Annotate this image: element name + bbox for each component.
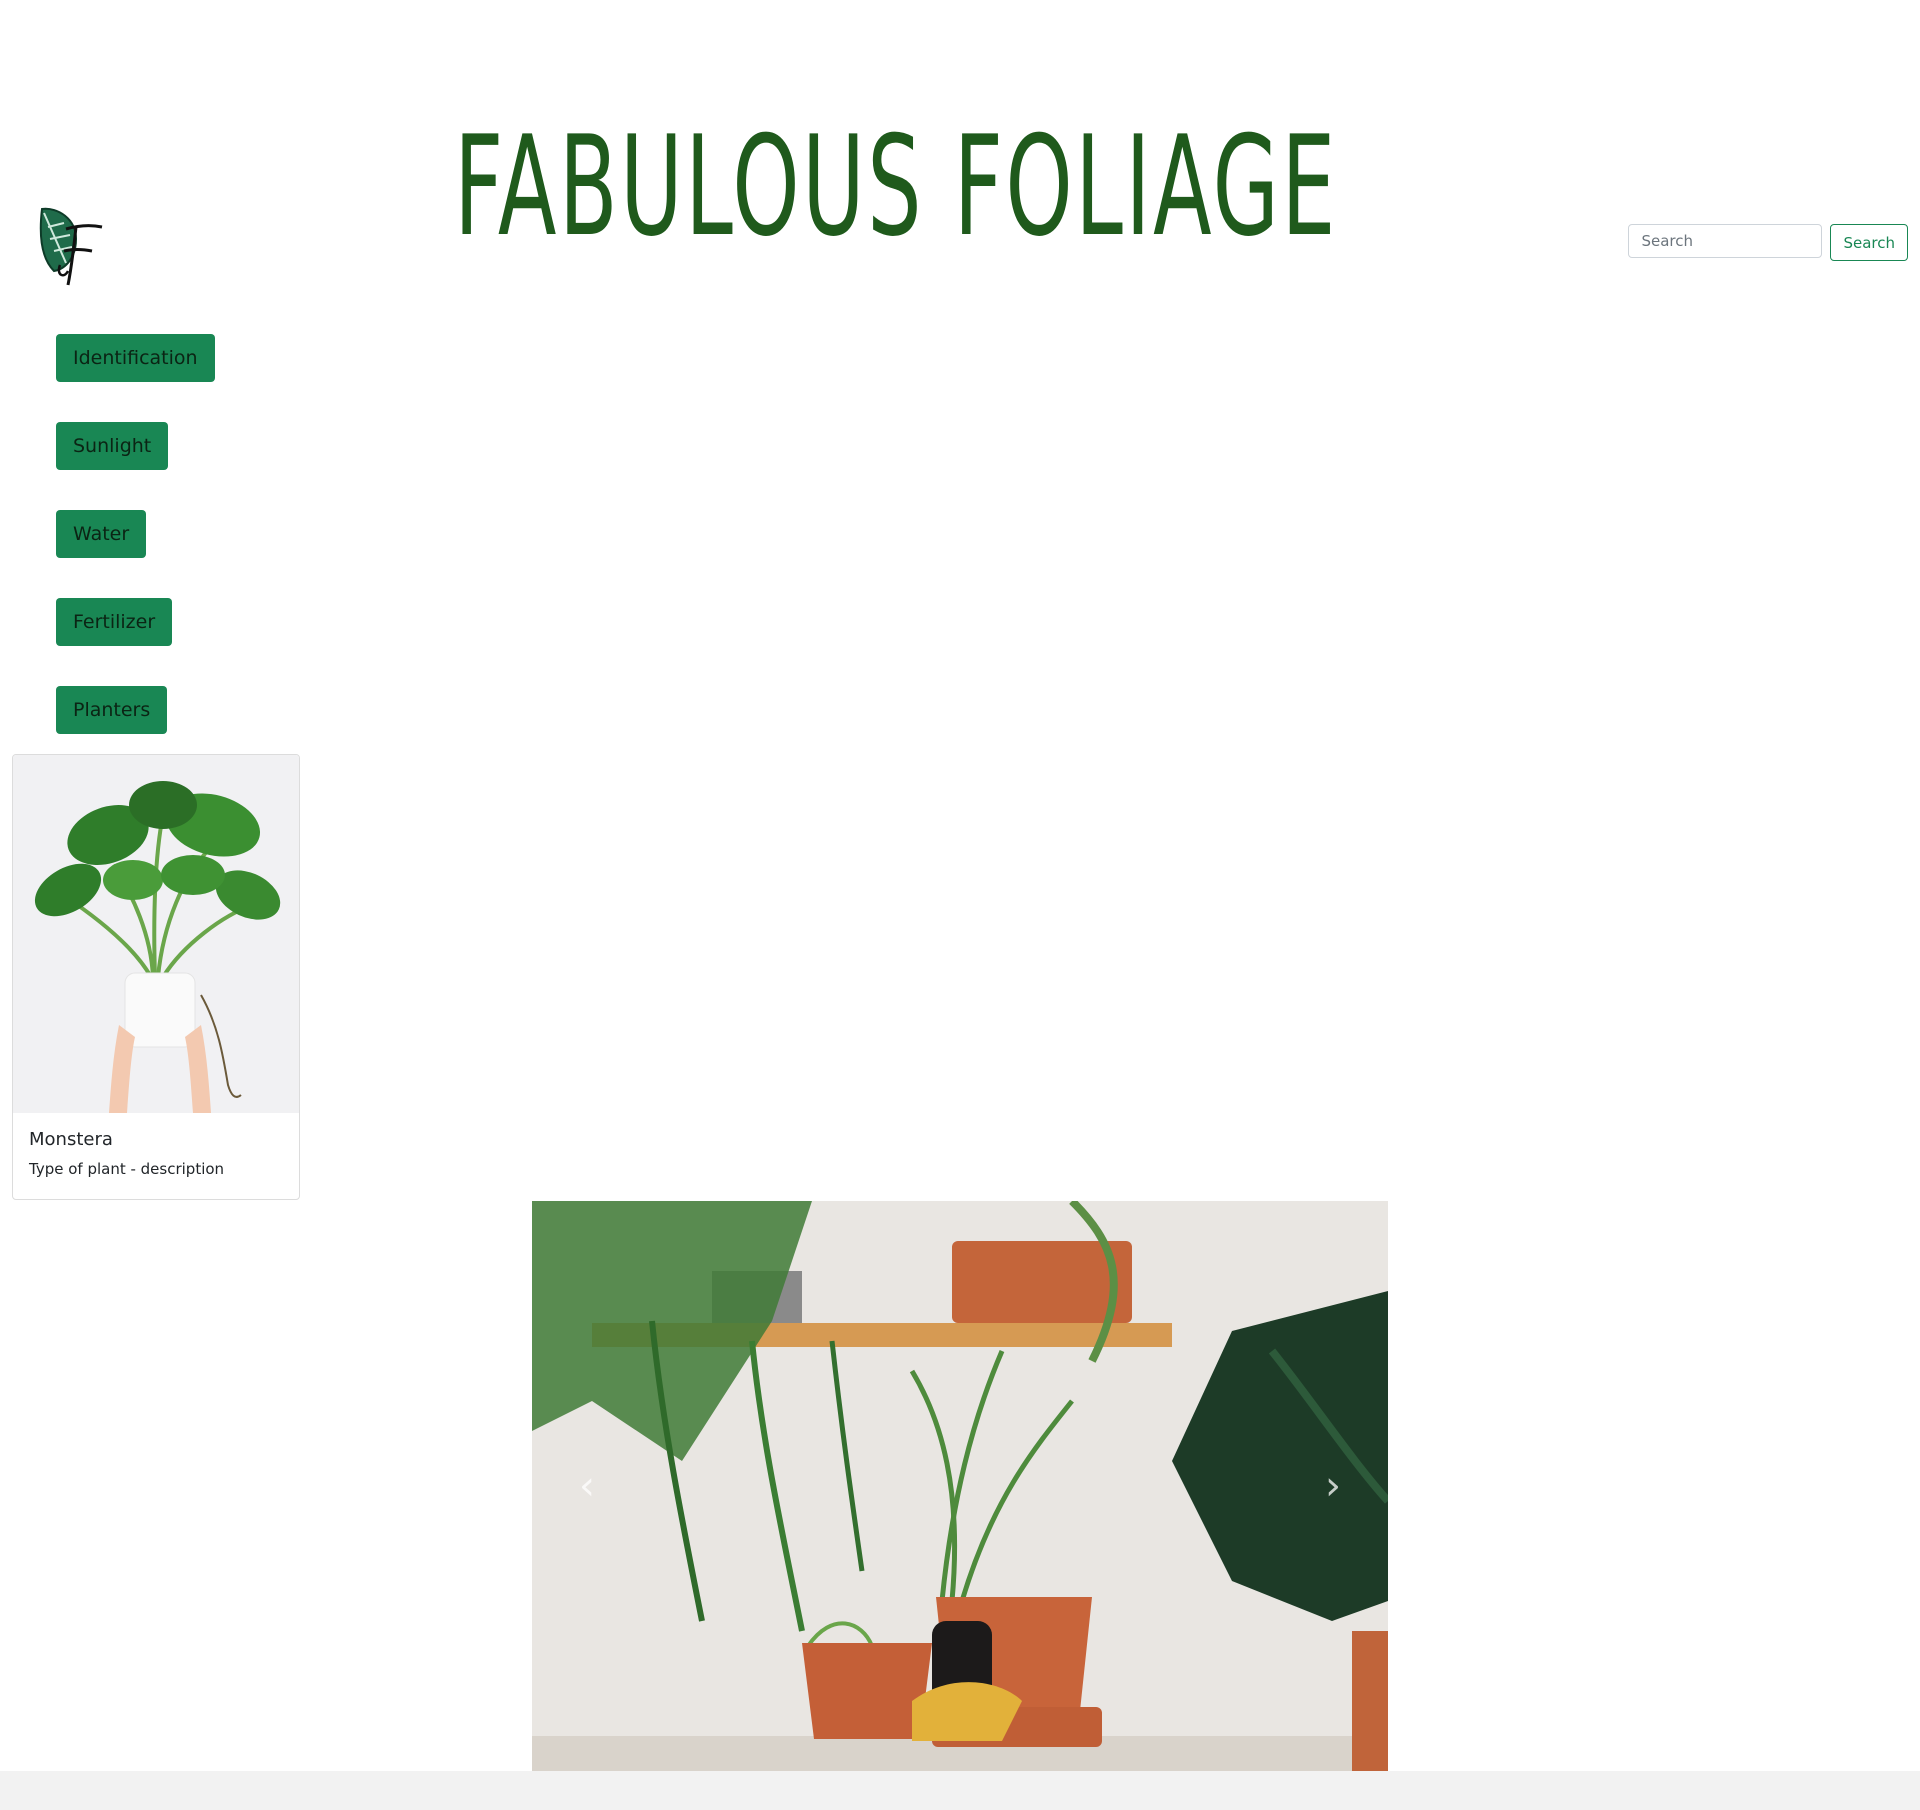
- card-body: Monstera Type of plant - description: [13, 1113, 299, 1194]
- image-carousel[interactable]: ‹ ›: [532, 1201, 1388, 1771]
- page: FABULOUS FOLIAGE Search Identification S…: [0, 0, 1920, 1810]
- chevron-left-icon: ‹: [579, 1463, 595, 1509]
- plant-card[interactable]: Monstera Type of plant - description: [12, 754, 300, 1200]
- card-text: Type of plant - description: [29, 1160, 225, 1178]
- category-nav: Identification Sunlight Water Fertilizer…: [56, 334, 215, 734]
- carousel-prev-button[interactable]: ‹: [532, 1201, 642, 1771]
- carousel-next-button[interactable]: ›: [1278, 1201, 1388, 1771]
- card-title: Monstera: [29, 1129, 113, 1150]
- footer-bar: [0, 1771, 1920, 1810]
- site-title: FABULOUS FOLIAGE: [454, 106, 1338, 268]
- nav-button-water[interactable]: Water: [56, 510, 147, 558]
- search-input[interactable]: [1628, 224, 1823, 258]
- nav-button-fertilizer[interactable]: Fertilizer: [56, 598, 173, 646]
- chevron-right-icon: ›: [1325, 1463, 1341, 1509]
- leaf-monogram-icon: [39, 207, 103, 286]
- nav-button-sunlight[interactable]: Sunlight: [56, 422, 169, 470]
- logo[interactable]: [36, 205, 108, 287]
- search-form: Search: [1628, 224, 1908, 261]
- monstera-image: [13, 755, 299, 1113]
- nav-button-planters[interactable]: Planters: [56, 686, 168, 734]
- carousel-slide-image: [532, 1201, 1388, 1771]
- nav-button-identification[interactable]: Identification: [56, 334, 215, 382]
- search-button[interactable]: Search: [1830, 224, 1908, 261]
